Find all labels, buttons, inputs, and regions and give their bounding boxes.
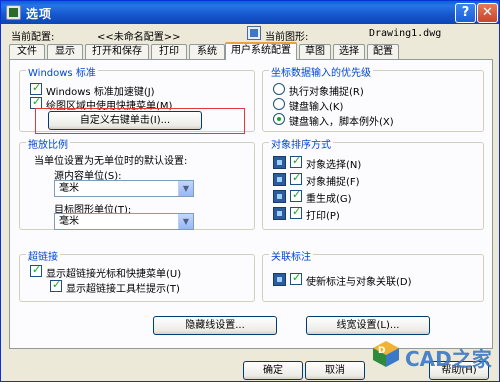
group-title: 超链接 <box>26 248 60 263</box>
sort-regen-label: 重生成(G) <box>306 194 352 205</box>
hyperlink-group: 超链接 显示超链接光标和快捷菜单(U) 显示超链接工具栏提示(T) <box>19 248 255 302</box>
source-units-select[interactable]: 毫米 ▼ <box>54 180 194 197</box>
sort-osnap-label: 对象捕捉(F) <box>306 177 360 188</box>
sort-plot-label: 打印(P) <box>306 211 340 222</box>
osnap-radio[interactable] <box>273 83 285 95</box>
lineweight-settings-button[interactable]: 线宽设置(L)... <box>306 316 430 335</box>
tab-display[interactable]: 显示 <box>47 44 83 59</box>
windows-standard-group: Windows 标准 Windows 标准加速键(J) 绘图区域中使用快捷菜单(… <box>19 64 255 134</box>
cancel-button[interactable]: 取消 <box>305 361 365 380</box>
hyperlink-tooltip-label: 显示超链接工具栏提示(T) <box>66 284 180 295</box>
help-icon[interactable]: ? <box>455 3 476 23</box>
osnap-radio-label: 执行对象捕捉(R) <box>289 87 364 98</box>
close-icon[interactable]: ✕ <box>477 3 498 23</box>
ok-button[interactable]: 确定 <box>243 361 303 380</box>
svg-text:D: D <box>378 346 385 356</box>
window-title: 选项 <box>26 7 53 21</box>
group-title: 关联标注 <box>269 248 313 263</box>
windows-accel-checkbox[interactable] <box>30 81 42 95</box>
sort-selection-checkbox[interactable] <box>290 154 302 168</box>
keyboard-except-scripts-label: 键盘输入，脚本例外(X) <box>289 117 394 128</box>
source-units-value: 毫米 <box>59 183 79 194</box>
hyperlink-cursor-label: 显示超链接光标和快捷菜单(U) <box>46 269 182 280</box>
sort-icon <box>273 207 286 220</box>
insertion-scale-group: 拖放比例 当单位设置为无单位时的默认设置: 源内容单位(S): 毫米 ▼ 目标图… <box>19 136 255 230</box>
tab-drafting[interactable]: 草图 <box>299 44 331 59</box>
dimension-icon <box>273 273 286 286</box>
tab-user-preferences[interactable]: 用户系统配置 <box>225 42 297 60</box>
group-title: 坐标数据输入的优先级 <box>269 64 373 79</box>
tab-selection[interactable]: 选择 <box>333 44 365 59</box>
drawing-value: Drawing1.dwg <box>369 28 442 39</box>
sort-plot-checkbox[interactable] <box>290 205 302 219</box>
associative-dim-label: 使新标注与对象关联(D) <box>306 277 412 288</box>
keyboard-radio-label: 键盘输入(K) <box>289 102 344 113</box>
options-dialog: 选项 ? ✕ 当前配置: <<未命名配置>> 当前图形: Drawing1.dw… <box>0 0 500 382</box>
tab-panel: Windows 标准 Windows 标准加速键(J) 绘图区域中使用快捷菜单(… <box>9 59 493 349</box>
associative-dim-checkbox[interactable] <box>290 271 302 285</box>
hyperlink-cursor-checkbox[interactable] <box>30 263 42 277</box>
tab-plot[interactable]: 打印 <box>151 44 187 59</box>
group-title: Windows 标准 <box>26 64 98 79</box>
sort-icon <box>273 173 286 186</box>
target-units-value: 毫米 <box>59 216 79 227</box>
object-sorting-group: 对象排序方式 对象选择(N) 对象捕捉(F) 重生成(G) 打印(P) <box>262 136 484 230</box>
watermark-text: CAD之家 <box>405 347 492 371</box>
chevron-down-icon[interactable]: ▼ <box>178 214 193 229</box>
sort-selection-label: 对象选择(N) <box>306 160 362 171</box>
group-title: 拖放比例 <box>26 136 70 151</box>
highlight-box <box>35 108 245 134</box>
watermark: D CAD之家 <box>371 337 497 379</box>
keyboard-radio[interactable] <box>273 98 285 110</box>
profile-value: <<未命名配置>> <box>97 32 181 43</box>
tab-open-save[interactable]: 打开和保存 <box>85 44 149 59</box>
app-icon <box>6 5 21 20</box>
associative-dim-group: 关联标注 使新标注与对象关联(D) <box>262 248 484 302</box>
windows-accel-label: Windows 标准加速键(J) <box>46 87 155 98</box>
group-title: 对象排序方式 <box>269 136 333 151</box>
drawing-label: 当前图形: <box>265 32 309 43</box>
drawing-icon <box>247 26 261 40</box>
watermark-logo-icon: D <box>373 341 399 367</box>
sort-icon <box>273 190 286 203</box>
title-bar[interactable]: 选项 ? ✕ <box>1 1 499 24</box>
coord-priority-group: 坐标数据输入的优先级 执行对象捕捉(R) 键盘输入(K) 键盘输入，脚本例外(X… <box>262 64 484 132</box>
sort-osnap-checkbox[interactable] <box>290 171 302 185</box>
tab-profiles[interactable]: 配置 <box>367 44 399 59</box>
hyperlink-tooltip-checkbox[interactable] <box>50 278 62 292</box>
keyboard-except-scripts-radio[interactable] <box>273 113 285 125</box>
tab-system[interactable]: 系统 <box>189 44 225 59</box>
target-units-select[interactable]: 毫米 ▼ <box>54 213 194 230</box>
profile-label: 当前配置: <box>11 32 55 43</box>
scale-description: 当单位设置为无单位时的默认设置: <box>34 156 188 167</box>
sort-icon <box>273 156 286 169</box>
chevron-down-icon[interactable]: ▼ <box>178 181 193 196</box>
sort-regen-checkbox[interactable] <box>290 188 302 202</box>
hidden-line-settings-button[interactable]: 隐藏线设置... <box>153 316 277 335</box>
tab-files[interactable]: 文件 <box>9 44 45 59</box>
